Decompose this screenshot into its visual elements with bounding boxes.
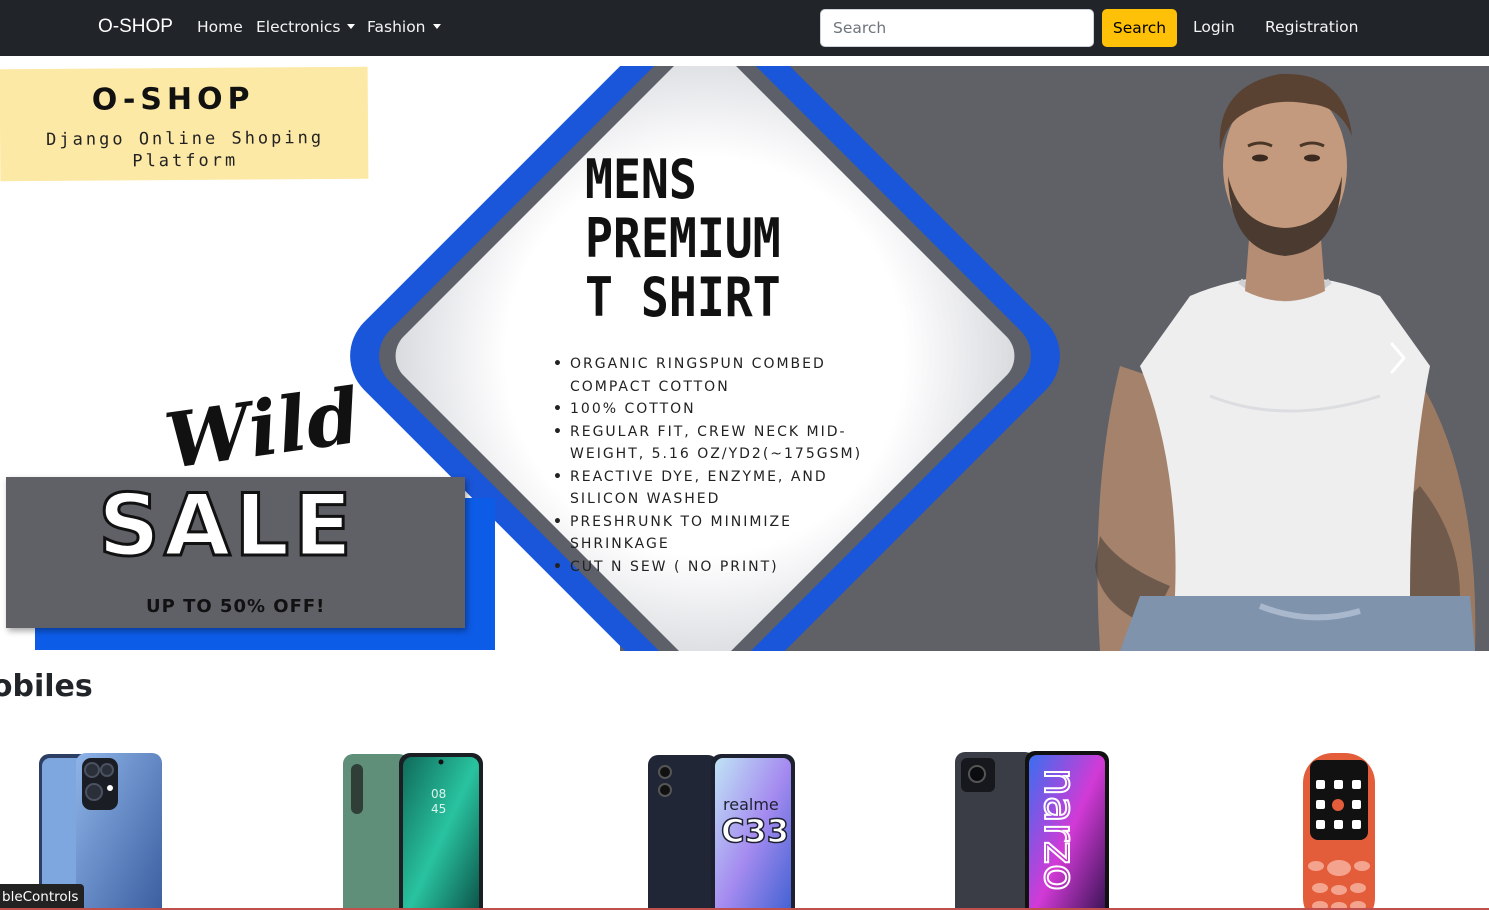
section-title: Mobiles xyxy=(0,669,93,704)
banner-headline: MENS PREMIUM T SHIRT xyxy=(585,150,781,327)
brand-link[interactable]: O-SHOP xyxy=(98,16,173,38)
nav-electronics-dropdown[interactable]: Electronics xyxy=(256,18,356,36)
product-card[interactable] xyxy=(1300,750,1380,910)
product-image: narzo xyxy=(955,751,1109,910)
nav-fashion-dropdown[interactable]: Fashion xyxy=(367,18,441,36)
feature-item: REGULAR FIT, CREW NECK MID-WEIGHT, 5.16 … xyxy=(553,421,873,466)
hero-carousel: O-SHOP Django Online Shoping Platform ME… xyxy=(0,66,1489,651)
banner-logo-title: O-SHOP xyxy=(91,81,255,118)
product-card[interactable]: realme C33 xyxy=(645,750,797,910)
banner-logo-subtitle: Django Online Shoping Platform xyxy=(46,128,325,172)
feature-item: PRESHRUNK TO MINIMIZE SHRINKAGE xyxy=(553,511,873,556)
product-model-label: C33 xyxy=(721,812,789,850)
feature-item: CUT N SEW ( NO PRINT) xyxy=(553,556,873,579)
product-card[interactable]: narzo xyxy=(953,750,1111,910)
caret-down-icon xyxy=(347,24,356,29)
headline-line-2: PREMIUM xyxy=(585,207,781,270)
nav-home-link[interactable]: Home xyxy=(197,18,243,36)
model-photo xyxy=(1095,73,1476,651)
sale-subtitle: UP TO 50% OFF! xyxy=(146,596,326,617)
search-button[interactable]: Search xyxy=(1102,9,1177,47)
feature-item: ORGANIC RINGSPUN COMBED COMPACT COTTON xyxy=(553,353,873,398)
feature-item: REACTIVE DYE, ENZYME, AND SILICON WASHED xyxy=(553,466,873,511)
svg-text:08: 08 xyxy=(431,787,446,801)
status-tooltip: bleControls xyxy=(0,884,85,910)
svg-text:45: 45 xyxy=(431,802,446,816)
product-brand-label: narzo xyxy=(1034,768,1085,891)
search-input[interactable] xyxy=(820,9,1094,47)
product-card[interactable]: 08 45 xyxy=(341,750,486,910)
registration-link[interactable]: Registration xyxy=(1265,18,1358,36)
headline-line-3: T SHIRT xyxy=(585,266,781,329)
sale-text: SALE xyxy=(96,475,357,578)
login-link[interactable]: Login xyxy=(1193,18,1235,36)
top-navbar: O-SHOP Home Electronics Fashion Search L… xyxy=(0,0,1489,56)
banner-logo-card: O-SHOP Django Online Shoping Platform xyxy=(0,66,369,182)
product-image xyxy=(1303,753,1375,910)
banner-feature-list: ORGANIC RINGSPUN COMBED COMPACT COTTON 1… xyxy=(553,353,873,578)
nav-electronics-label: Electronics xyxy=(256,18,341,36)
product-image: realme C33 xyxy=(648,754,795,910)
headline-line-1: MENS xyxy=(585,148,697,211)
feature-item: 100% COTTON xyxy=(553,398,873,421)
product-image: 08 45 xyxy=(343,753,483,910)
nav-fashion-label: Fashion xyxy=(367,18,426,36)
chevron-right-icon[interactable] xyxy=(1375,328,1421,388)
caret-down-icon xyxy=(432,24,441,29)
